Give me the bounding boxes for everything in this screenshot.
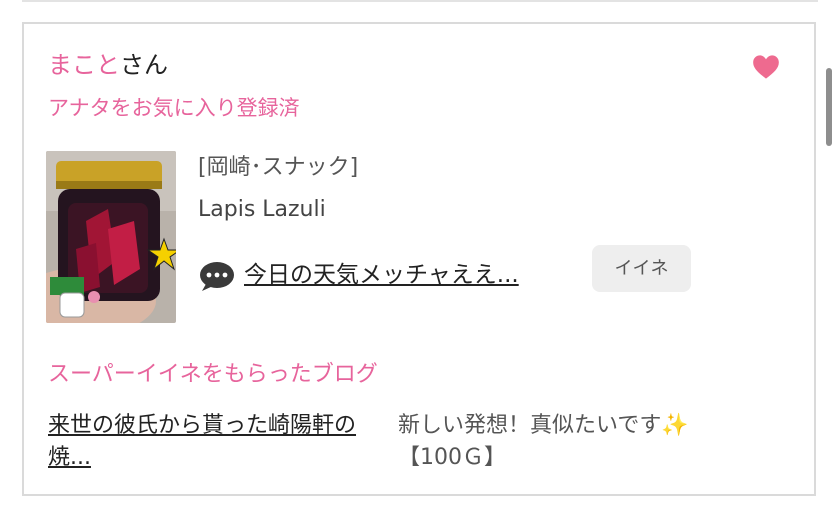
like-button[interactable]: イイネ bbox=[592, 245, 691, 292]
super-like-comment-text: 新しい発想！真似たいです bbox=[398, 413, 662, 438]
sparkle-icon: ✨ bbox=[661, 413, 689, 438]
user-line: まことさん bbox=[48, 50, 168, 80]
speech-bubble-icon bbox=[200, 262, 234, 291]
latest-blog-link[interactable]: 今日の天気メッチャええ... bbox=[244, 260, 519, 290]
shop-area: [岡崎･スナック] bbox=[198, 155, 359, 180]
super-like-heading: スーパーイイネをもらったブログ bbox=[48, 362, 378, 387]
user-name[interactable]: まこと bbox=[48, 51, 120, 79]
scrollbar-thumb[interactable] bbox=[826, 68, 832, 146]
top-divider bbox=[22, 0, 818, 2]
super-like-blog-link[interactable]: 来世の彼氏から貰った崎陽軒の焼... bbox=[48, 410, 388, 474]
shop-name[interactable]: Lapis Lazuli bbox=[198, 196, 326, 224]
super-like-comment: 新しい発想！真似たいです✨ 【100Ｇ】 bbox=[398, 410, 798, 474]
super-like-points: 【100Ｇ】 bbox=[398, 445, 506, 470]
heart-icon[interactable] bbox=[752, 54, 780, 80]
shop-photo[interactable] bbox=[46, 151, 176, 323]
favorite-status: アナタをお気に入り登録済 bbox=[48, 96, 300, 120]
user-honorific: さん bbox=[120, 51, 168, 79]
fan-card: まことさん アナタをお気に入り登録済 [岡崎･スナック] Lapis Lazul… bbox=[22, 22, 816, 496]
